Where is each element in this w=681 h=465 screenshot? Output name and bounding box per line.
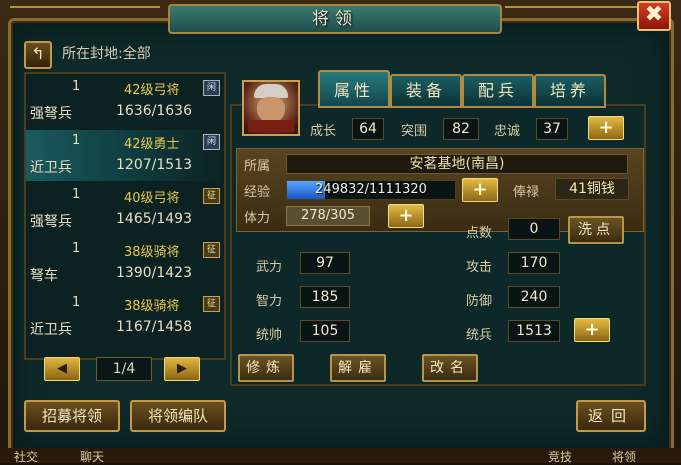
- general-unit-type: 强弩兵: [30, 214, 72, 230]
- general-count: 1: [72, 187, 81, 202]
- growth-label: 成长: [310, 124, 337, 139]
- attack-label: 攻击: [466, 260, 493, 275]
- prev-page-button[interactable]: ◀: [44, 357, 80, 381]
- general-count: 1: [72, 79, 81, 94]
- general-troops: 1636/1636: [116, 103, 192, 119]
- exp-value: 249832/1111320: [315, 182, 427, 197]
- background-menu-strip: 社交 聊天 竞技 将领: [0, 448, 681, 464]
- title-ornament-right: [505, 6, 655, 28]
- attack-value: 170: [508, 252, 560, 274]
- general-level-class: 42级弓将: [124, 83, 180, 98]
- general-count: 1: [72, 241, 81, 256]
- force-label: 武力: [256, 260, 283, 275]
- close-button[interactable]: ✖: [637, 1, 671, 31]
- defense-value: 240: [508, 286, 560, 308]
- intelligence-value: 185: [300, 286, 350, 308]
- salary-value: 41铜钱: [555, 178, 629, 200]
- bg-menu-chat: 聊天: [80, 450, 105, 464]
- general-troops: 1167/1458: [116, 319, 192, 335]
- general-unit-type: 强弩兵: [30, 106, 72, 122]
- rename-button[interactable]: 改名: [422, 354, 478, 382]
- general-row-2-selected[interactable]: 1 42级勇士 闲 近卫兵 1207/1513: [26, 130, 224, 181]
- lead-value: 1513: [508, 320, 560, 342]
- affiliation-value: 安茗基地(南昌): [286, 154, 628, 174]
- exp-label: 经验: [244, 185, 271, 200]
- portrait-armor: [248, 120, 294, 132]
- next-page-button[interactable]: ▶: [164, 357, 200, 381]
- campaign-status-badge: 征: [203, 296, 220, 312]
- salary-label: 俸禄: [513, 185, 540, 200]
- points-label: 点数: [466, 226, 493, 241]
- idle-status-badge: 闲: [203, 80, 220, 96]
- general-unit-type: 近卫兵: [30, 160, 72, 176]
- growth-value: 64: [352, 118, 384, 140]
- idle-status-badge: 闲: [203, 134, 220, 150]
- general-troops: 1465/1493: [116, 211, 192, 227]
- general-level-class: 38级骑将: [124, 245, 180, 260]
- detail-panel: [230, 104, 646, 386]
- tab-troops[interactable]: 配兵: [462, 74, 534, 108]
- general-level-class: 38级骑将: [124, 299, 180, 314]
- lead-plus-button[interactable]: +: [574, 318, 610, 342]
- stamina-plus-button[interactable]: +: [388, 204, 424, 228]
- defense-label: 防御: [466, 294, 493, 309]
- title-ornament-left: [10, 6, 160, 28]
- affiliation-label: 所属: [244, 159, 271, 174]
- points-value: 0: [508, 218, 560, 240]
- tab-attributes[interactable]: 属性: [318, 70, 390, 108]
- page-indicator: 1/4: [96, 357, 152, 381]
- bg-menu-social: 社交: [14, 450, 39, 464]
- general-row-3[interactable]: 1 40级弓将 征 强弩兵 1465/1493: [26, 184, 224, 235]
- portrait-helmet: [254, 84, 288, 98]
- general-formation-button[interactable]: 将领编队: [130, 400, 226, 432]
- tab-equipment[interactable]: 装备: [390, 74, 462, 108]
- return-button[interactable]: 返回: [576, 400, 646, 432]
- force-value: 97: [300, 252, 350, 274]
- loyalty-plus-button[interactable]: +: [588, 116, 624, 140]
- bg-menu-generals: 将领: [612, 450, 637, 464]
- campaign-status-badge: 征: [203, 242, 220, 258]
- command-value: 105: [300, 320, 350, 342]
- exp-plus-button[interactable]: +: [462, 178, 498, 202]
- intelligence-label: 智力: [256, 294, 283, 309]
- tab-training[interactable]: 培养: [534, 74, 606, 108]
- window-title: 将领: [312, 9, 358, 29]
- general-row-5[interactable]: 1 38级骑将 征 近卫兵 1167/1458: [26, 292, 224, 343]
- reset-points-button[interactable]: 洗点: [568, 216, 624, 244]
- general-row-1[interactable]: 1 42级弓将 闲 强弩兵 1636/1636: [26, 76, 224, 127]
- train-button[interactable]: 修炼: [238, 354, 294, 382]
- title-bar: 将领: [168, 4, 502, 34]
- stamina-label: 体力: [244, 211, 271, 226]
- loyalty-label: 忠诚: [494, 124, 521, 139]
- back-arrow-icon[interactable]: ↰: [24, 41, 52, 69]
- general-count: 1: [72, 133, 81, 148]
- lead-label: 统兵: [466, 328, 493, 343]
- stamina-value: 278/305: [286, 206, 370, 226]
- general-portrait: [242, 80, 300, 136]
- general-level-class: 40级弓将: [124, 191, 180, 206]
- loyalty-value: 37: [536, 118, 568, 140]
- campaign-status-badge: 征: [203, 188, 220, 204]
- general-troops: 1207/1513: [116, 157, 192, 173]
- command-label: 统帅: [256, 328, 283, 343]
- breakthrough-label: 突围: [401, 124, 428, 139]
- general-level-class: 42级勇士: [124, 137, 180, 152]
- bg-menu-arena: 竞技: [548, 450, 573, 464]
- general-troops: 1390/1423: [116, 265, 192, 281]
- general-count: 1: [72, 295, 81, 310]
- list-pager: ◀ 1/4 ▶: [44, 357, 202, 381]
- dismiss-button[interactable]: 解雇: [330, 354, 386, 382]
- recruit-general-button[interactable]: 招募将领: [24, 400, 120, 432]
- exp-bar: 249832/1111320: [286, 180, 456, 200]
- fief-filter-label[interactable]: 所在封地:全部: [62, 43, 151, 63]
- general-row-4[interactable]: 1 38级骑将 征 弩车 1390/1423: [26, 238, 224, 289]
- breakthrough-value: 82: [443, 118, 479, 140]
- general-list: 1 42级弓将 闲 强弩兵 1636/1636 1 42级勇士 闲 近卫兵 12…: [24, 72, 226, 360]
- general-unit-type: 弩车: [30, 268, 58, 284]
- general-unit-type: 近卫兵: [30, 322, 72, 338]
